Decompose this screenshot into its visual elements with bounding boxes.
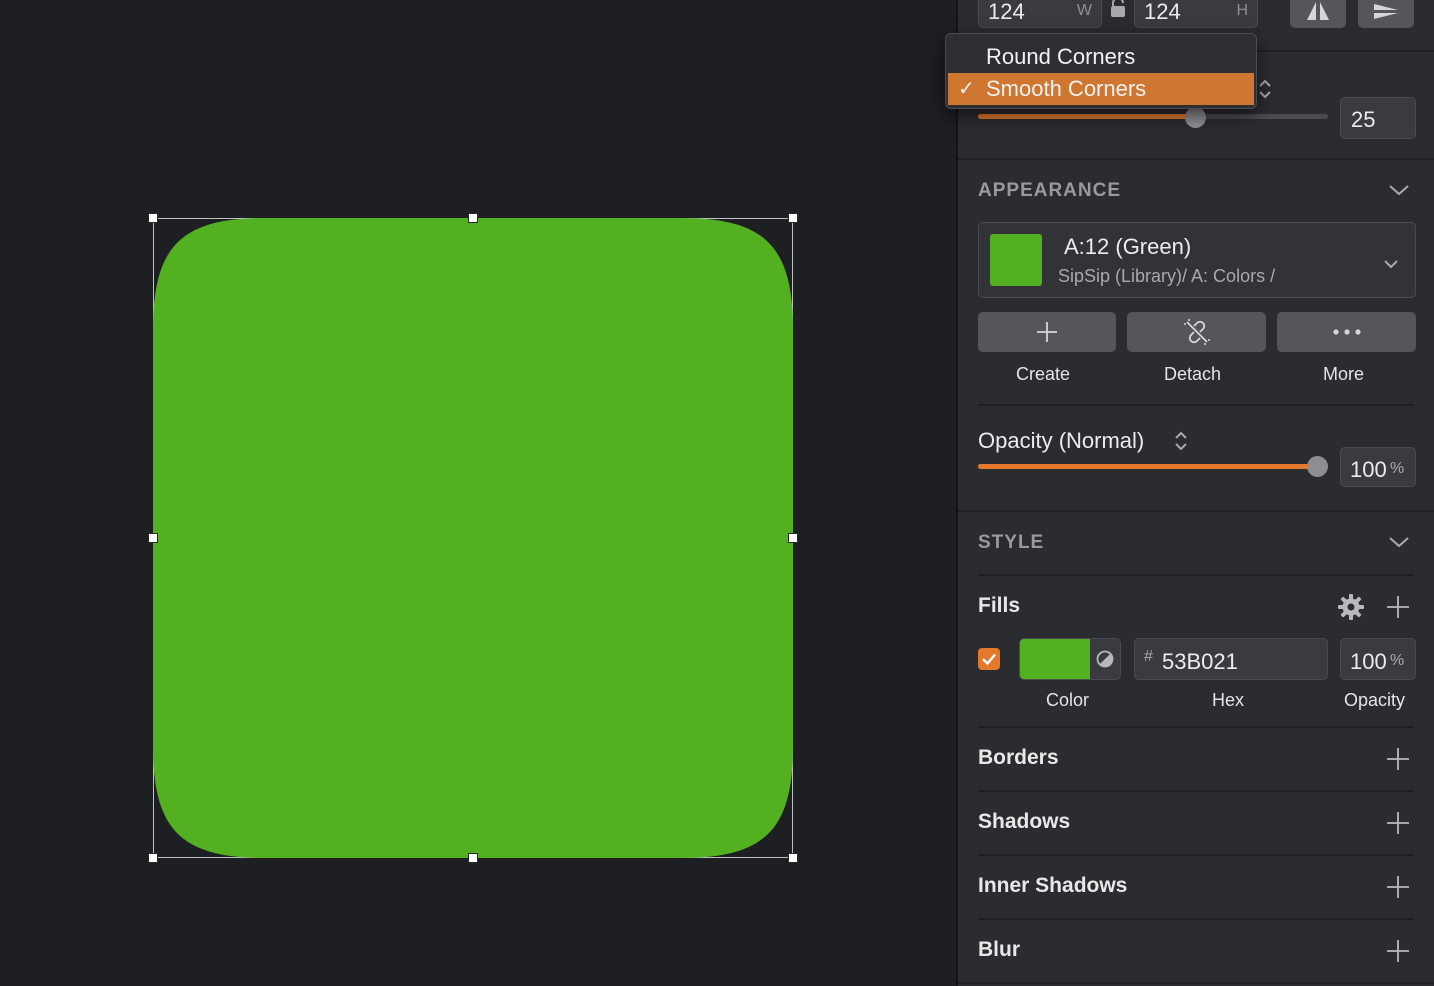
inner-shadows-title: Inner Shadows	[978, 874, 1128, 897]
radius-slider-fill	[978, 114, 1196, 119]
selected-checkmark-icon: ✓	[958, 78, 975, 100]
fill-enabled-checkbox[interactable]	[978, 648, 1000, 670]
radius-field[interactable]: 25	[1340, 97, 1416, 139]
opacity-blend-label[interactable]: Opacity (Normal)	[978, 428, 1144, 454]
resize-handle-top-left[interactable]	[148, 213, 158, 223]
borders-title: Borders	[978, 746, 1059, 769]
canvas[interactable]	[0, 0, 956, 986]
plus-icon	[1037, 322, 1057, 342]
smooth-corners-label: Smooth Corners	[986, 76, 1147, 101]
hex-prefix: #	[1144, 648, 1153, 665]
fill-opacity-label: Opacity	[1344, 690, 1406, 710]
opacity-field[interactable]: 100 %	[1340, 447, 1416, 487]
resize-handle-left[interactable]	[148, 533, 158, 543]
radius-value: 25	[1351, 107, 1376, 132]
blur-title: Blur	[978, 938, 1020, 961]
height-suffix: H	[1236, 2, 1248, 19]
color-style-picker[interactable]: A:12 (Green) SipSip (Library)/ A: Colors…	[978, 222, 1416, 298]
hex-value: 53B021	[1162, 649, 1238, 674]
create-label: Create	[1016, 364, 1071, 384]
add-border-plus-icon[interactable]	[1386, 747, 1410, 771]
flip-horizontal-button[interactable]	[1290, 0, 1346, 28]
add-shadow-plus-icon[interactable]	[1386, 811, 1410, 835]
fill-hex-label: Hex	[1212, 690, 1245, 710]
style-collapse-chevron-icon[interactable]	[1388, 535, 1410, 554]
height-field[interactable]: 124 H	[1134, 0, 1258, 28]
unlink-icon	[1183, 319, 1210, 345]
opacity-value: 100	[1350, 457, 1387, 482]
fill-settings-gear-icon[interactable]	[1338, 594, 1364, 625]
more-dots-icon	[1332, 329, 1361, 335]
fill-opacity-value: 100	[1350, 649, 1387, 674]
round-corners-label: Round Corners	[986, 44, 1136, 69]
fill-color-label: Color	[1046, 690, 1090, 710]
color-style-name: A:12 (Green)	[1064, 234, 1192, 259]
lock-ratio-icon[interactable]	[1109, 0, 1127, 24]
detach-label: Detach	[1164, 364, 1222, 384]
resize-handle-right[interactable]	[788, 533, 798, 543]
detach-style-button[interactable]	[1127, 312, 1266, 352]
resize-handle-top-right[interactable]	[788, 213, 798, 223]
resize-handle-bottom-right[interactable]	[788, 853, 798, 863]
checkmark-icon	[982, 653, 996, 666]
opacity-slider-fill	[978, 464, 1318, 469]
color-picker-icon	[1096, 650, 1114, 668]
width-suffix: W	[1076, 2, 1092, 19]
fills-title: Fills	[978, 594, 1021, 617]
color-style-swatch	[990, 234, 1042, 286]
add-blur-plus-icon[interactable]	[1386, 939, 1410, 963]
blend-mode-stepper-icon[interactable]	[1174, 430, 1188, 457]
style-section-title: STYLE	[978, 532, 1045, 553]
height-value: 124	[1144, 0, 1181, 24]
color-style-dropdown-chevron-icon	[1383, 256, 1399, 274]
smooth-square-shape[interactable]	[153, 218, 793, 858]
selected-shape[interactable]	[153, 218, 793, 858]
flip-horizontal-icon	[1307, 2, 1329, 20]
inspector-panel: 124 W 124 H 25 APPEARANCE A:12 (Green) S…	[956, 0, 1434, 986]
resize-handle-bottom[interactable]	[468, 853, 478, 863]
fill-opacity-field[interactable]: 100 %	[1340, 638, 1416, 680]
menu-item-round-corners[interactable]: Round Corners	[948, 41, 1254, 73]
corner-type-stepper-icon[interactable]	[1258, 78, 1272, 105]
resize-handle-top[interactable]	[468, 213, 478, 223]
opacity-unit: %	[1390, 460, 1405, 477]
fill-color-well[interactable]	[1019, 638, 1121, 680]
more-style-button[interactable]	[1277, 312, 1416, 352]
create-style-button[interactable]	[978, 312, 1116, 352]
menu-item-smooth-corners[interactable]: ✓ Smooth Corners	[948, 73, 1254, 105]
resize-handle-bottom-left[interactable]	[148, 853, 158, 863]
fill-color-swatch	[1020, 639, 1090, 679]
appearance-section-title: APPEARANCE	[978, 180, 1122, 201]
add-inner-shadow-plus-icon[interactable]	[1386, 875, 1410, 899]
fill-opacity-unit: %	[1390, 652, 1405, 669]
appearance-collapse-chevron-icon[interactable]	[1388, 183, 1410, 202]
opacity-slider-thumb[interactable]	[1307, 456, 1328, 477]
more-label: More	[1323, 364, 1365, 384]
radius-slider-thumb[interactable]	[1185, 107, 1207, 128]
color-style-path: SipSip (Library)/ A: Colors /	[1058, 266, 1276, 286]
flip-vertical-button[interactable]	[1358, 0, 1414, 28]
fill-hex-field[interactable]: # 53B021	[1134, 638, 1328, 680]
shadows-title: Shadows	[978, 810, 1071, 833]
width-value: 124	[988, 0, 1025, 24]
width-field[interactable]: 124 W	[978, 0, 1102, 28]
flip-vertical-icon	[1374, 4, 1398, 19]
add-fill-plus-icon[interactable]	[1386, 595, 1410, 619]
corner-type-menu: Round Corners ✓ Smooth Corners	[945, 33, 1257, 109]
